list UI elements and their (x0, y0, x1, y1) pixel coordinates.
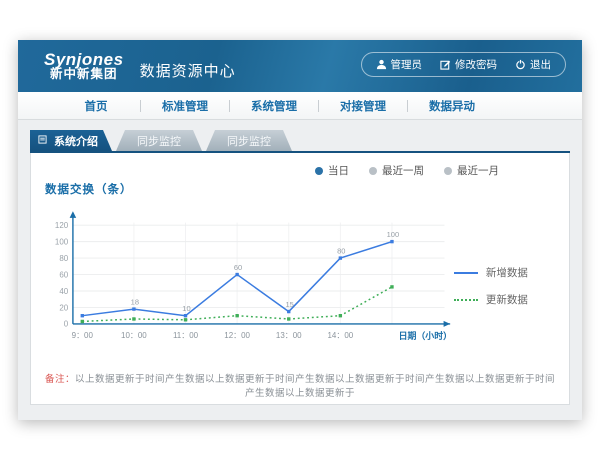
svg-text:80: 80 (59, 254, 68, 263)
user-icon (376, 59, 387, 70)
nav-item-interface-mgmt[interactable]: 对接管理 (319, 98, 407, 114)
tab-underline (30, 151, 570, 153)
nav-item-standard-mgmt[interactable]: 标准管理 (141, 98, 229, 114)
svg-text:60: 60 (59, 270, 68, 279)
line-chart: 0 20 40 60 80 100 120 9：00 10：00 11：00 12：00 13：00 1… (41, 197, 454, 357)
nav-item-system-mgmt[interactable]: 系统管理 (230, 98, 318, 114)
header: Synjones 新中新集团 数据资源中心 管理员 修改密码 退出 (18, 40, 582, 92)
footnote: 备注：以上数据更新于时间产生数据以上数据更新于时间产生数据以上数据更新于时间产生… (41, 371, 559, 399)
logo-company: 新中新集团 (44, 68, 124, 81)
filter-last-week[interactable]: 最近一周 (369, 163, 424, 178)
svg-text:14：00: 14：00 (328, 331, 354, 340)
edit-icon (440, 59, 451, 70)
svg-text:120: 120 (55, 221, 69, 230)
svg-text:15: 15 (286, 300, 294, 309)
chart-y-axis-title: 数据交换（条） (45, 181, 559, 197)
tab-label: 同步监控 (137, 133, 181, 149)
tab-sync-monitor-2[interactable]: 同步监控 (206, 130, 292, 151)
power-icon (515, 59, 526, 70)
svg-text:60: 60 (234, 263, 242, 272)
user-menu-admin-label: 管理员 (391, 57, 423, 72)
svg-text:9：00: 9：00 (72, 331, 94, 340)
filter-label: 最近一周 (382, 163, 424, 178)
radio-icon (444, 167, 452, 175)
svg-text:11：00: 11：00 (173, 331, 199, 340)
legend-label: 新增数据 (486, 265, 528, 280)
svg-text:10：00: 10：00 (121, 331, 147, 340)
filter-today[interactable]: 当日 (315, 163, 349, 178)
user-menu-admin[interactable]: 管理员 (376, 57, 423, 72)
app-window: Synjones 新中新集团 数据资源中心 管理员 修改密码 退出 (18, 40, 582, 420)
tab-label: 同步监控 (227, 133, 271, 149)
svg-text:20: 20 (59, 303, 68, 312)
svg-text:13：00: 13：00 (276, 331, 302, 340)
footnote-text: 以上数据更新于时间产生数据以上数据更新于时间产生数据以上数据更新于时间产生数据以… (75, 374, 555, 399)
radio-icon (369, 167, 377, 175)
tab-label: 系统介绍 (54, 133, 98, 149)
svg-text:10: 10 (182, 304, 190, 313)
tab-sync-monitor-1[interactable]: 同步监控 (116, 130, 202, 151)
svg-text:18: 18 (131, 297, 139, 306)
svg-text:0: 0 (64, 320, 69, 329)
company-logo: Synjones 新中新集团 (44, 51, 124, 82)
time-range-filters: 当日 最近一周 最近一月 (315, 163, 499, 178)
svg-text:日期（小时）: 日期（小时） (399, 330, 452, 341)
filter-last-month[interactable]: 最近一月 (444, 163, 499, 178)
main-nav: 首页 标准管理 系统管理 对接管理 数据异动 (18, 92, 582, 120)
filter-label: 当日 (328, 163, 349, 178)
svg-text:100: 100 (55, 237, 69, 246)
logout-button[interactable]: 退出 (515, 57, 551, 72)
change-password-button[interactable]: 修改密码 (440, 57, 497, 72)
legend-item-update-data[interactable]: 更新数据 (454, 292, 559, 307)
svg-text:80: 80 (337, 246, 345, 255)
filter-label: 最近一月 (457, 163, 499, 178)
svg-text:12：00: 12：00 (224, 331, 250, 340)
user-menu: 管理员 修改密码 退出 (361, 52, 567, 77)
app-title: 数据资源中心 (140, 60, 236, 81)
svg-text:40: 40 (59, 287, 68, 296)
legend-item-new-data[interactable]: 新增数据 (454, 265, 559, 280)
svg-text:100: 100 (387, 230, 400, 239)
logout-label: 退出 (530, 57, 551, 72)
tab-system-intro[interactable]: 系统介绍 (30, 130, 112, 151)
logo-brand: Synjones (44, 51, 124, 69)
nav-item-data-change[interactable]: 数据异动 (408, 98, 496, 114)
chart-legend: 新增数据 更新数据 (454, 197, 559, 357)
chart-row: 0 20 40 60 80 100 120 9：00 10：00 11：00 12：00 13：00 1… (41, 197, 559, 357)
footnote-prefix: 备注： (45, 374, 75, 385)
chart-panel: 当日 最近一周 最近一月 数据交换（条） 0 20 40 60 80 100 120 9：00… (30, 153, 570, 405)
content-area: 系统介绍 同步监控 同步监控 当日 最近一周 (18, 120, 582, 405)
document-icon (38, 135, 49, 146)
tab-bar: 系统介绍 同步监控 同步监控 (30, 130, 570, 151)
nav-item-home[interactable]: 首页 (52, 98, 140, 114)
legend-label: 更新数据 (486, 292, 528, 307)
change-password-label: 修改密码 (455, 57, 497, 72)
legend-swatch-0 (454, 272, 478, 274)
radio-selected-icon (315, 167, 323, 175)
legend-swatch-1 (454, 299, 478, 301)
